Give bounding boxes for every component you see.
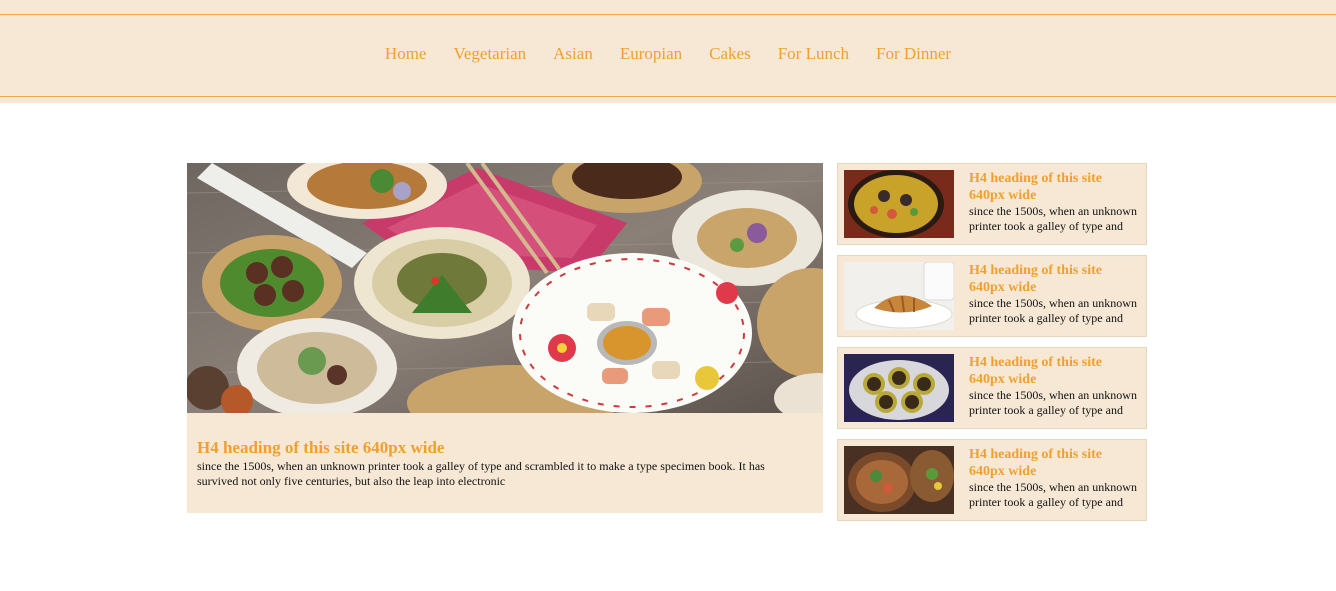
nav-asian-link[interactable]: Asian xyxy=(553,44,593,64)
card-text: since the 1500s, when an unknown printer… xyxy=(969,388,1137,417)
header-top-rule xyxy=(0,14,1336,15)
nav-vegetarian-link[interactable]: Vegetarian xyxy=(453,44,526,64)
card-heading[interactable]: H4 heading of this site 640px wide xyxy=(969,170,1139,204)
card-text: since the 1500s, when an unknown printer… xyxy=(969,296,1137,325)
stuffed-dish-image xyxy=(844,354,954,422)
paella-image xyxy=(844,170,954,238)
site-header: Home Vegetarian Asian Europian Cakes For… xyxy=(0,0,1336,103)
main-nav: Home Vegetarian Asian Europian Cakes For… xyxy=(0,44,1336,64)
card-heading[interactable]: H4 heading of this site 640px wide xyxy=(969,262,1139,296)
nav-home-link[interactable]: Home xyxy=(385,44,427,64)
feature-text: since the 1500s, when an unknown printer… xyxy=(197,459,765,488)
card-heading[interactable]: H4 heading of this site 640px wide xyxy=(969,354,1139,388)
salad-image xyxy=(844,446,954,514)
nav-for-lunch-link[interactable]: For Lunch xyxy=(778,44,849,64)
card-text: since the 1500s, when an unknown printer… xyxy=(969,480,1137,509)
article-card[interactable]: H4 heading of this site 640px wide since… xyxy=(837,439,1147,521)
card-text: since the 1500s, when an unknown printer… xyxy=(969,204,1137,233)
feature-food-image[interactable] xyxy=(187,163,823,413)
article-card[interactable]: H4 heading of this site 640px wide since… xyxy=(837,255,1147,337)
nav-europian-link[interactable]: Europian xyxy=(620,44,682,64)
nav-for-dinner-link[interactable]: For Dinner xyxy=(876,44,951,64)
croissant-image xyxy=(844,262,954,330)
header-bottom-rule xyxy=(0,96,1336,97)
article-card[interactable]: H4 heading of this site 640px wide since… xyxy=(837,347,1147,429)
article-card[interactable]: H4 heading of this site 640px wide since… xyxy=(837,163,1147,245)
nav-cakes-link[interactable]: Cakes xyxy=(709,44,751,64)
feature-heading[interactable]: H4 heading of this site 640px wide xyxy=(197,438,444,458)
card-heading[interactable]: H4 heading of this site 640px wide xyxy=(969,446,1139,480)
